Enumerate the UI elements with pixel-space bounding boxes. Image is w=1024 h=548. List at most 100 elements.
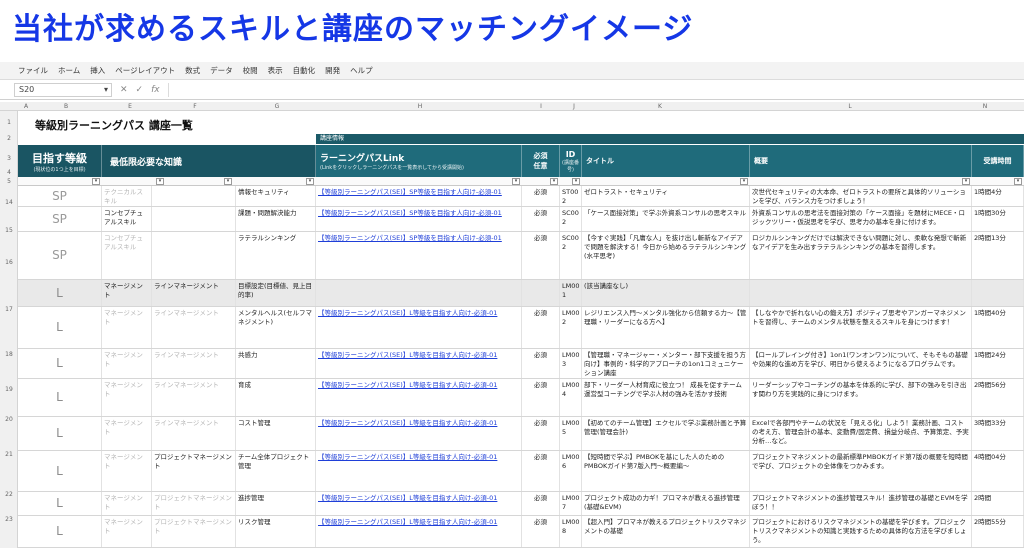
learning-path-link[interactable]: [316, 280, 522, 306]
learning-path-link[interactable]: 【等級別ラーニングパス(SE)】L等級を目指す人向け-必須-01: [316, 417, 522, 450]
header-id[interactable]: ID (講座番号): [560, 145, 582, 177]
column-header[interactable]: J: [573, 102, 575, 111]
row-number[interactable]: 5: [0, 178, 18, 185]
row-number[interactable]: 15: [0, 227, 18, 234]
column-header[interactable]: A: [24, 102, 28, 111]
learning-path-link[interactable]: 【等級別ラーニングパス(SE)】L等級を目指す人向け-必須-01: [316, 451, 522, 491]
table-row[interactable]: L マネージメント ラインマネージメント 共感力 【等級別ラーニングパス(SE)】L等級…: [18, 349, 1024, 379]
table-row[interactable]: L マネージメント ラインマネージメント 目標設定(目標値、見上目的率) LM00 1(…: [18, 280, 1024, 307]
spreadsheet-grid: 等級別ラーニングパス 講座一覧 講座情報 目指す等級 (現状位の1つ上を目標) …: [18, 111, 1024, 548]
duration-cell: 2時間13分: [972, 232, 1024, 279]
learning-path-link[interactable]: 【等級別ラーニングパス(SE)】L等級を目指す人向け-必須-01: [316, 379, 522, 416]
menu-file[interactable]: ファイル: [18, 65, 48, 76]
course-title-cell: 【超入門】プロマネが教えるプロジェクトリスクマネジメントの基礎: [582, 516, 750, 547]
course-id-cell: ST00 2: [560, 186, 582, 206]
row-number[interactable]: 16: [0, 259, 18, 266]
filter-dropdown-icon[interactable]: ▾: [740, 178, 748, 185]
filter-dropdown-icon[interactable]: ▾: [92, 178, 100, 185]
learning-path-link[interactable]: 【等級別ラーニングパス(SE)】L等級を目指す人向け-必須-01: [316, 349, 522, 378]
formula-input[interactable]: [167, 82, 1024, 97]
filter-dropdown-icon[interactable]: ▾: [962, 178, 970, 185]
course-summary-cell: Excelで各部門やチームの状況を「見える化」しよう！業務計画、コストの考え方、…: [750, 417, 972, 450]
filter-dropdown-icon[interactable]: ▾: [550, 178, 558, 185]
menu-review[interactable]: 校閲: [243, 65, 258, 76]
chevron-down-icon[interactable]: ▾: [104, 84, 108, 96]
menu-formulas[interactable]: 数式: [185, 65, 200, 76]
learning-path-link[interactable]: 【等級別ラーニングパス(SE)】L等級を目指す人向け-必須-01: [316, 492, 522, 515]
row-number[interactable]: 23: [0, 516, 18, 523]
header-knowledge[interactable]: 最低限必要な知識: [102, 145, 316, 177]
menu-home[interactable]: ホーム: [58, 65, 80, 76]
row-number[interactable]: 22: [0, 491, 18, 498]
header-required[interactable]: 必須任意: [522, 145, 560, 177]
filter-dropdown-icon[interactable]: ▾: [306, 178, 314, 185]
column-header[interactable]: N: [983, 102, 988, 111]
function-icon[interactable]: fx: [151, 85, 160, 95]
learning-path-link[interactable]: 【等級別ラーニングパス(SE)】SP等級を目指す人向け-必須-01: [316, 186, 522, 206]
header-summary[interactable]: 概要: [750, 145, 972, 177]
column-header[interactable]: B: [64, 102, 68, 111]
filter-dropdown-icon[interactable]: ▾: [1014, 178, 1022, 185]
duration-cell: 2時間56分: [972, 379, 1024, 416]
column-header[interactable]: E: [128, 102, 132, 111]
grade-cell: L: [18, 307, 102, 348]
course-title-cell: 部下・リーダー人材育成に役立つ！ 成長を促すチーム運営型コーチングで学ぶ人材の強…: [582, 379, 750, 416]
filter-dropdown-icon[interactable]: ▾: [572, 178, 580, 185]
skill-cell: 目標設定(目標値、見上目的率): [236, 280, 316, 306]
filter-dropdown-icon[interactable]: ▾: [224, 178, 232, 185]
table-row[interactable]: L マネージメント ラインマネージメント 育成 【等級別ラーニングパス(SE)】L等級を…: [18, 379, 1024, 417]
row-number[interactable]: 4: [0, 169, 18, 176]
header-required-label: 必須任意: [533, 152, 548, 170]
menu-automate[interactable]: 自動化: [293, 65, 316, 76]
grade-cell: L: [18, 280, 102, 306]
header-goal-grade[interactable]: 目指す等級 (現状位の1つ上を目標): [18, 145, 102, 177]
menu-page-layout[interactable]: ページレイアウト: [115, 65, 175, 76]
header-time[interactable]: 受講時間: [972, 145, 1024, 177]
course-summary-cell: 【しなやかで折れない心の鍛え方】ポジティブ思考やアンガーマネジメントを習得し、チ…: [750, 307, 972, 348]
row-number[interactable]: 1: [0, 119, 18, 126]
header-link[interactable]: ラーニングパスLink (Linkをクリックしラーニングパスを一覧表示してから受…: [316, 145, 522, 177]
menu-data[interactable]: データ: [210, 65, 233, 76]
column-header[interactable]: G: [275, 102, 280, 111]
learning-path-link[interactable]: 【等級別ラーニングパス(SE)】SP等級を目指す人向け-必須-01: [316, 207, 522, 231]
table-row[interactable]: L マネージメント プロジェクトマネージメント リスク管理 【等級別ラーニングパス(SE…: [18, 516, 1024, 548]
filter-dropdown-icon[interactable]: ▾: [156, 178, 164, 185]
row-number[interactable]: 18: [0, 351, 18, 358]
menu-help[interactable]: ヘルプ: [350, 65, 373, 76]
table-row[interactable]: SP コンセプチュアルスキル 課題・問題解決能力 【等級別ラーニングパス(SE)】SP…: [18, 207, 1024, 232]
row-number[interactable]: 20: [0, 416, 18, 423]
table-row[interactable]: SP テクニカルスキル 情報セキュリティ 【等級別ラーニングパス(SE)】SP等級を目…: [18, 186, 1024, 207]
row-number[interactable]: 19: [0, 386, 18, 393]
column-header[interactable]: F: [193, 102, 196, 111]
cancel-icon[interactable]: ✕: [120, 85, 128, 95]
filter-dropdown-icon[interactable]: ▾: [512, 178, 520, 185]
required-cell: 必須: [522, 186, 560, 206]
table-row[interactable]: SP コンセプチュアルスキル ラテラルシンキング 【等級別ラーニングパス(SE)】SP…: [18, 232, 1024, 280]
table-row[interactable]: L マネージメント ラインマネージメント メンタルヘルス(セルフマネジメント) 【等級別…: [18, 307, 1024, 349]
row-number[interactable]: 3: [0, 155, 18, 162]
row-number[interactable]: 14: [0, 199, 18, 206]
column-header[interactable]: L: [848, 102, 851, 111]
column-header[interactable]: H: [418, 102, 423, 111]
table-row[interactable]: L マネージメント プロジェクトマネージメント 進捗管理 【等級別ラーニングパス(SE)…: [18, 492, 1024, 516]
learning-path-link[interactable]: 【等級別ラーニングパス(SE)】L等級を目指す人向け-必須-01: [316, 516, 522, 547]
name-box[interactable]: S20 ▾: [14, 82, 112, 97]
column-header[interactable]: I: [540, 102, 542, 111]
learning-path-link[interactable]: 【等級別ラーニングパス(SE)】L等級を目指す人向け-必須-01: [316, 307, 522, 348]
row-number[interactable]: 2: [0, 135, 18, 142]
row-number[interactable]: 17: [0, 306, 18, 313]
course-id-cell: LM00 2: [560, 307, 582, 348]
table-row[interactable]: L マネージメント ラインマネージメント コスト管理 【等級別ラーニングパス(SE)】L…: [18, 417, 1024, 451]
menu-view[interactable]: 表示: [268, 65, 283, 76]
table-row[interactable]: L マネージメント プロジェクトマネージメント チーム全体プロジェクト管理 【等級別ラー…: [18, 451, 1024, 492]
column-header[interactable]: K: [658, 102, 662, 111]
course-summary-cell: [750, 280, 972, 306]
learning-path-link[interactable]: 【等級別ラーニングパス(SE)】SP等級を目指す人向け-必須-01: [316, 232, 522, 279]
row-number[interactable]: 21: [0, 451, 18, 458]
menu-developer[interactable]: 開発: [325, 65, 340, 76]
course-title-cell: 「ケース面接対策」で学ぶ外資系コンサルの思考スキル: [582, 207, 750, 231]
subcategory-cell: プロジェクトマネージメント: [152, 516, 236, 547]
menu-insert[interactable]: 挿入: [90, 65, 105, 76]
header-title[interactable]: タイトル: [582, 145, 750, 177]
check-icon[interactable]: ✓: [136, 85, 144, 95]
